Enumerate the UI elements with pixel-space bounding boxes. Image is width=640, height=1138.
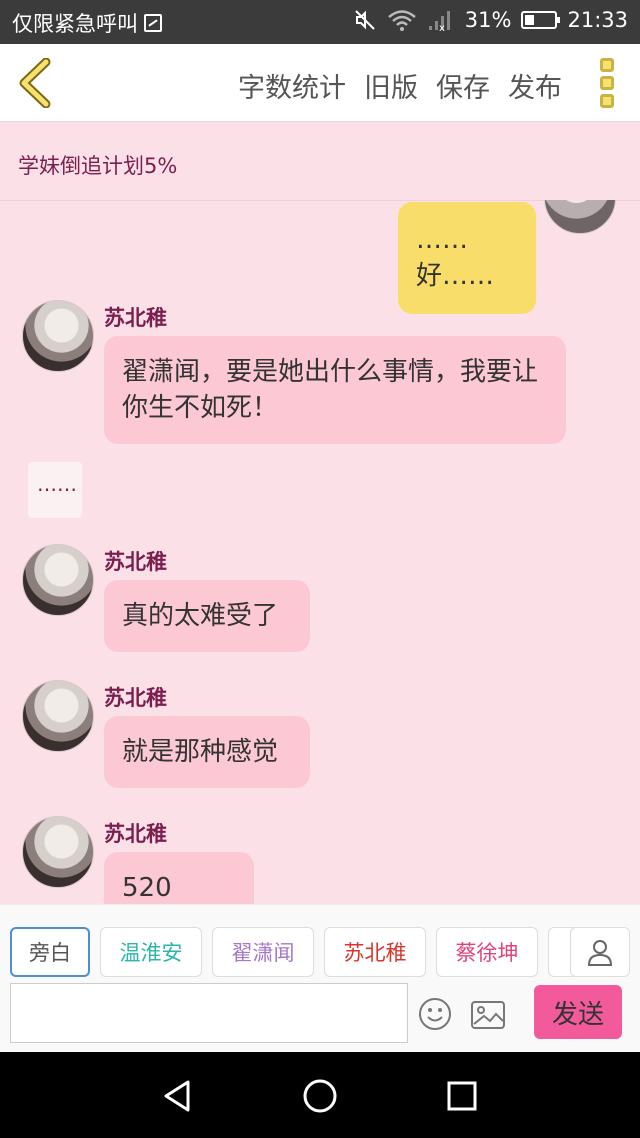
narration-bubble[interactable]: ……: [28, 462, 82, 518]
square-recents-icon: [447, 1081, 477, 1111]
status-bar: 仅限紧急呼叫 x 31% 21:33: [0, 0, 640, 44]
app-header: 字数统计 旧版 保存 发布: [0, 44, 640, 122]
status-left: 仅限紧急呼叫: [12, 8, 162, 38]
story-title: 学妹倒追计划5%: [18, 154, 178, 178]
nav-back-button[interactable]: [160, 1078, 196, 1114]
battery-percent: 31%: [464, 8, 512, 32]
message-bubble[interactable]: 真的太难受了: [104, 580, 310, 652]
wifi-icon: [387, 10, 416, 31]
clock: 21:33: [567, 8, 628, 32]
speaker-name: 苏北稚: [104, 306, 167, 330]
back-button[interactable]: [14, 57, 58, 109]
speaker-name: 苏北稚: [104, 822, 167, 846]
role-tab[interactable]: 温淮安: [100, 927, 202, 977]
emoji-button[interactable]: [418, 997, 452, 1031]
mute-icon: [355, 10, 375, 30]
role-tab[interactable]: 蔡徐坤: [436, 927, 538, 977]
image-notification-icon: [144, 14, 162, 32]
role-tab[interactable]: 翟潇闻: [212, 927, 314, 977]
more-dot-icon: [600, 76, 614, 90]
system-nav-bar: [0, 1052, 640, 1138]
message-bubble[interactable]: 就是那种感觉: [104, 716, 310, 788]
avatar[interactable]: [22, 544, 94, 616]
header-actions: 字数统计 旧版 保存 发布: [238, 66, 562, 105]
avatar[interactable]: [22, 300, 94, 372]
person-icon: [587, 940, 613, 966]
chevron-left-icon: [19, 57, 51, 109]
more-menu-button[interactable]: [598, 58, 616, 108]
chat-area[interactable]: 学妹倒追计划5% ……好…… 苏北稚 翟潇闻，要是她出什么事情，我要让你生不如死…: [0, 122, 640, 904]
triangle-back-icon: [164, 1080, 190, 1112]
avatar[interactable]: [544, 200, 616, 234]
message-bubble-right[interactable]: ……好……: [398, 202, 536, 314]
word-count-button[interactable]: 字数统计: [238, 66, 346, 105]
message-bubble[interactable]: 520日……: [104, 852, 254, 904]
more-dot-icon: [600, 94, 614, 108]
smiley-icon: [419, 998, 451, 1030]
message-input[interactable]: [10, 983, 408, 1043]
nav-recents-button[interactable]: [444, 1078, 480, 1114]
avatar[interactable]: [22, 680, 94, 752]
speaker-name: 苏北稚: [104, 550, 167, 574]
avatar[interactable]: [22, 816, 94, 888]
image-button[interactable]: [470, 999, 506, 1031]
picture-icon: [471, 1001, 505, 1029]
svg-text:x: x: [439, 23, 445, 32]
character-manage-button[interactable]: [570, 927, 630, 977]
carrier-text: 仅限紧急呼叫: [12, 12, 138, 36]
role-tab[interactable]: 苏北稚: [324, 927, 426, 977]
save-button[interactable]: 保存: [436, 66, 490, 105]
old-version-button[interactable]: 旧版: [364, 66, 418, 105]
message-bubble[interactable]: 翟潇闻，要是她出什么事情，我要让你生不如死！: [104, 336, 566, 444]
battery-level: [525, 15, 535, 25]
speaker-name: 苏北稚: [104, 686, 167, 710]
signal-icon: x: [428, 11, 450, 32]
status-right: x 31% 21:33: [353, 8, 628, 32]
nav-home-button[interactable]: [302, 1078, 338, 1114]
more-dot-icon: [600, 58, 614, 72]
send-button[interactable]: 发送: [534, 985, 622, 1039]
role-tab-narrator[interactable]: 旁白: [10, 927, 90, 977]
publish-button[interactable]: 发布: [508, 66, 562, 105]
circle-home-icon: [303, 1079, 337, 1113]
battery-icon: [521, 11, 561, 29]
composer-panel: 旁白 温淮安 翟潇闻 苏北稚 蔡徐坤 发送: [0, 904, 640, 1052]
